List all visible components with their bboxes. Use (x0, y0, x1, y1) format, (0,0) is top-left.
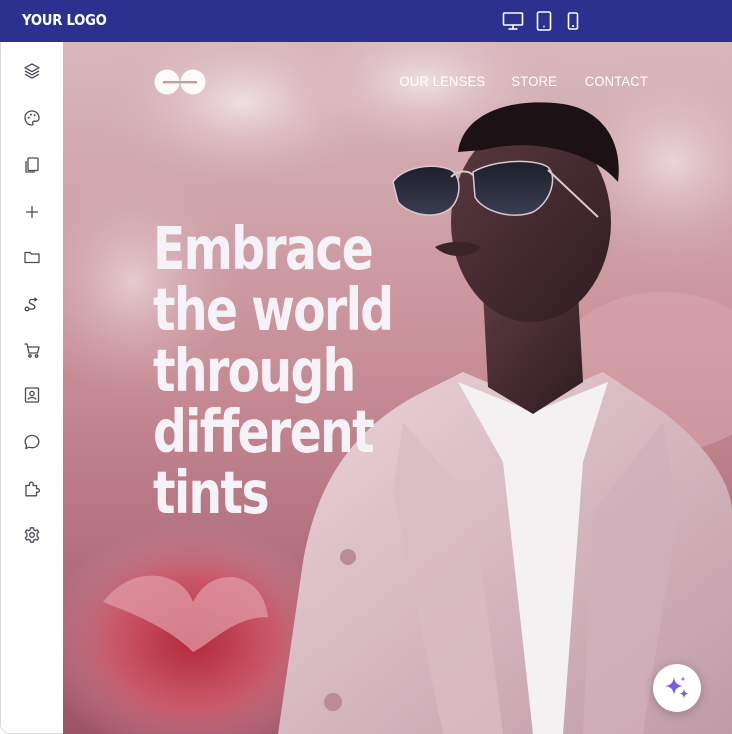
site-nav: OUR LENSES STORE CONTACT (370, 73, 648, 89)
pages-icon (25, 157, 39, 173)
website-builder: YOUR LOGO OUR LENSES STORE CONTACT Embra… (0, 0, 732, 734)
hero-heading-line: Embrace (153, 214, 374, 283)
nav-link-contact[interactable]: CONTACT (585, 73, 648, 89)
sidebar-item-pages[interactable] (22, 155, 42, 175)
top-bar: YOUR LOGO (0, 0, 732, 42)
site-preview-canvas[interactable]: OUR LENSES STORE CONTACT Embrace the wor… (63, 42, 732, 734)
sparkles-icon (665, 676, 689, 699)
sidebar-item-layers[interactable] (22, 61, 42, 81)
tablet-icon (536, 11, 552, 31)
contact-card-icon (24, 387, 40, 403)
hero-heading-line: through (153, 336, 356, 405)
cart-icon (24, 343, 40, 358)
tablet-view-button[interactable] (536, 11, 552, 31)
nav-link-our-lenses[interactable]: OUR LENSES (399, 73, 485, 89)
sidebar (0, 42, 63, 734)
device-preview-switcher (502, 11, 580, 31)
sidebar-item-files[interactable] (22, 247, 42, 267)
smartphone-icon (567, 12, 579, 30)
hero-heading-line: the world (153, 275, 394, 344)
chat-icon (24, 434, 40, 450)
plus-icon (26, 206, 38, 218)
route-icon (24, 297, 38, 312)
site-brand-logo-icon[interactable] (153, 69, 209, 95)
mobile-view-button[interactable] (566, 11, 580, 31)
app-logo[interactable]: YOUR LOGO (22, 11, 107, 29)
monitor-icon (502, 12, 524, 30)
folder-icon (24, 251, 40, 264)
sidebar-item-settings[interactable] (22, 525, 42, 545)
hero-heading[interactable]: Embrace the world through different tint… (153, 214, 394, 527)
sidebar-item-store[interactable] (22, 340, 42, 360)
sidebar-item-add[interactable] (22, 202, 42, 222)
sidebar-item-contacts[interactable] (22, 385, 42, 405)
sidebar-item-comments[interactable] (22, 432, 42, 452)
hero-heading-line: different (153, 397, 375, 466)
hero-heading-line: tints (153, 458, 270, 527)
nav-link-store[interactable]: STORE (511, 73, 557, 89)
layers-icon (24, 63, 40, 79)
sidebar-item-plugins[interactable] (22, 479, 42, 499)
palette-icon (24, 110, 40, 126)
sidebar-item-navigation[interactable] (22, 294, 42, 314)
sidebar-item-theme[interactable] (22, 108, 42, 128)
desktop-view-button[interactable] (502, 11, 524, 31)
ai-assistant-button[interactable] (653, 664, 701, 712)
gear-icon (24, 527, 40, 543)
puzzle-icon (25, 481, 41, 497)
